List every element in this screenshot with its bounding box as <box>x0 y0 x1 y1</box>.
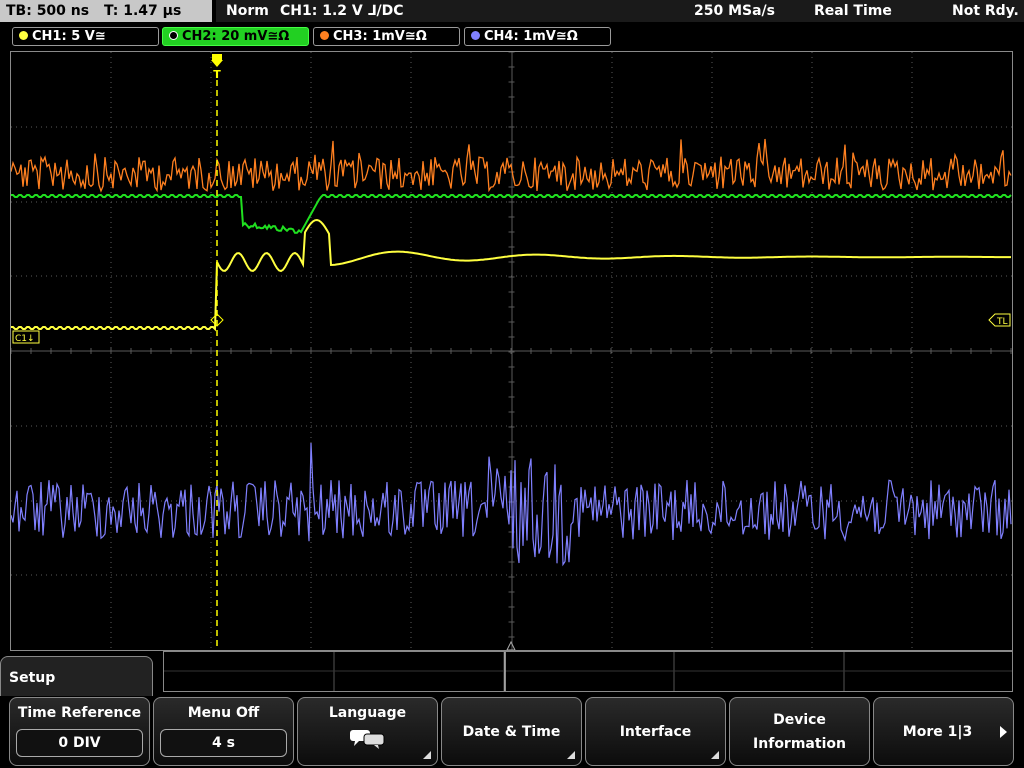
time-reference-softkey[interactable]: Time Reference 0 DIV <box>9 697 150 766</box>
interface-softkey[interactable]: Interface <box>585 697 726 766</box>
acquisition-mode: Real Time <box>814 3 892 19</box>
speech-bubbles-icon <box>349 730 384 749</box>
next-page-arrow-icon <box>1000 726 1007 738</box>
acquisition-status: Not Rdy. <box>952 3 1019 19</box>
ch2-dot-icon <box>169 31 178 40</box>
date-time-label: Date & Time <box>462 723 561 740</box>
ch4-trace <box>10 442 1012 567</box>
ch3-label: CH3: 1mV≅Ω <box>333 29 427 44</box>
menu-title: Setup <box>9 670 56 686</box>
tab-ch2[interactable]: CH2: 20 mV≅Ω <box>162 27 309 46</box>
ch4-label: CH4: 1mV≅Ω <box>484 29 578 44</box>
ch1-label: CH1: 5 V≅ <box>32 29 106 44</box>
time-reference-label: Time Reference <box>17 705 142 721</box>
tab-ch3[interactable]: CH3: 1mV≅Ω <box>313 27 460 46</box>
more-label: More 1|3 <box>902 723 973 740</box>
language-label: Language <box>328 705 407 721</box>
timebase-value: TB: 500 ns <box>6 3 90 19</box>
ch1-marker-label: C1↓ <box>15 334 35 344</box>
timebase-box[interactable]: TB: 500 ns T: 1.47 µs <box>0 0 212 22</box>
trigger-info[interactable]: CH1: 1.2 V ⅃/DC <box>280 0 404 22</box>
timeline-graphic <box>164 652 1012 691</box>
ch1-dot-icon <box>19 31 28 40</box>
menu-title-tab: Setup <box>0 656 153 696</box>
center-marker-icon <box>506 640 516 651</box>
trigger-mode[interactable]: Norm <box>226 0 269 22</box>
trigger-level-label: TL <box>996 317 1008 327</box>
ch4-dot-icon <box>471 31 480 40</box>
trigger-time-value: T: 1.47 µs <box>103 3 182 19</box>
ch1-ground-marker[interactable]: C1↓ <box>12 330 40 344</box>
language-softkey[interactable]: Language <box>297 697 438 766</box>
menu-off-label: Menu Off <box>187 705 260 721</box>
ch1-trace <box>11 218 1011 332</box>
tab-ch1[interactable]: CH1: 5 V≅ <box>12 27 159 46</box>
device-information-line1: Device <box>773 711 826 728</box>
waveform-grid[interactable]: T C1↓ TL <box>10 51 1013 651</box>
submenu-corner-icon <box>567 751 575 759</box>
status-bar: Norm CH1: 1.2 V ⅃/DC 250 MSa/s Real Time… <box>216 0 1024 22</box>
trigger-marker-icon[interactable]: T <box>211 54 223 81</box>
more-softkey[interactable]: More 1|3 <box>873 697 1014 766</box>
waveform-display: T C1↓ TL <box>10 51 1012 651</box>
submenu-corner-icon <box>711 751 719 759</box>
device-information-line2: Information <box>753 735 846 752</box>
ch3-dot-icon <box>320 31 329 40</box>
interface-label: Interface <box>619 723 692 740</box>
menu-off-softkey[interactable]: Menu Off 4 s <box>153 697 294 766</box>
trigger-pos-label: T <box>213 68 221 81</box>
submenu-corner-icon <box>423 751 431 759</box>
graticule <box>10 51 1012 650</box>
ch3-trace <box>10 138 1012 193</box>
device-information-softkey[interactable]: Device Information <box>729 697 870 766</box>
menu-off-value[interactable]: 4 s <box>160 729 287 757</box>
trigger-level-marker[interactable]: TL <box>988 313 1011 327</box>
ch2-label: CH2: 20 mV≅Ω <box>182 29 290 44</box>
time-reference-value[interactable]: 0 DIV <box>16 729 143 757</box>
date-time-softkey[interactable]: Date & Time <box>441 697 582 766</box>
ch2-trace <box>11 194 1012 234</box>
tab-ch4[interactable]: CH4: 1mV≅Ω <box>464 27 611 46</box>
sample-rate: 250 MSa/s <box>694 3 776 19</box>
timeline-bar <box>163 651 1013 692</box>
